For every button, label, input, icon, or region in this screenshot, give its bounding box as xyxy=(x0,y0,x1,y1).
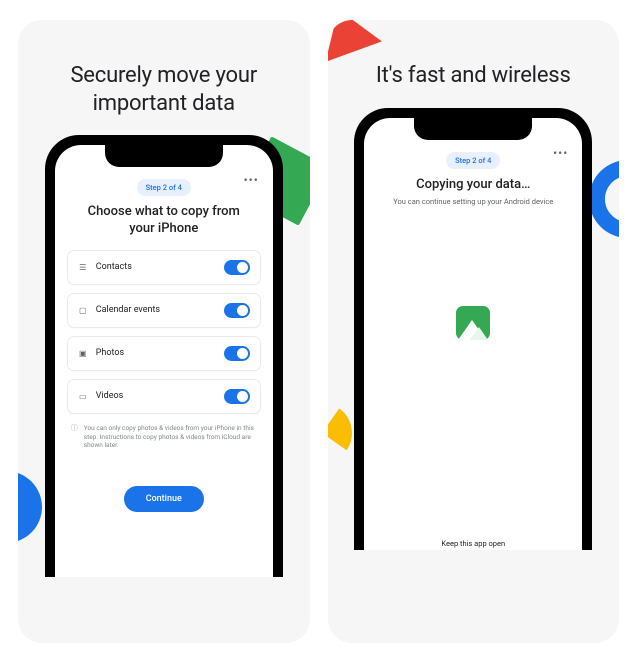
bottom-hint: Keep this app open xyxy=(376,539,570,550)
decorative-red-triangle xyxy=(328,20,382,62)
toggle-row-calendar[interactable]: ▢ Calendar events xyxy=(67,293,261,328)
continue-button[interactable]: Continue xyxy=(124,486,204,512)
step-badge: Step 2 of 4 xyxy=(137,179,191,196)
phone-mockup-right: ••• Step 2 of 4 Copying your data… You c… xyxy=(354,108,592,550)
toggle-label: Contacts xyxy=(96,262,224,272)
info-icon: ⓘ xyxy=(71,424,78,450)
screen-title: Copying your data… xyxy=(402,177,544,194)
panel-title-right: It's fast and wireless xyxy=(346,62,601,90)
copy-items-list: ☰ Contacts ▢ Calendar events ▣ Photos xyxy=(67,250,261,414)
toggle-label: Calendar events xyxy=(96,305,224,315)
screen-subtitle: You can continue setting up your Android… xyxy=(385,197,561,206)
decorative-blue-ring xyxy=(589,160,619,238)
overflow-menu-icon[interactable]: ••• xyxy=(244,173,259,187)
step-badge: Step 2 of 4 xyxy=(446,152,500,169)
toggle-switch[interactable] xyxy=(224,260,250,275)
toggle-switch[interactable] xyxy=(224,303,250,318)
phone-notch xyxy=(105,145,223,167)
toggle-row-photos[interactable]: ▣ Photos xyxy=(67,336,261,371)
app-progress-icon xyxy=(456,306,490,340)
calendar-icon: ▢ xyxy=(78,305,88,315)
info-note-text: You can only copy photos & videos from y… xyxy=(84,424,257,450)
photos-icon: ▣ xyxy=(78,348,88,358)
videos-icon: ▭ xyxy=(78,391,88,401)
decorative-yellow-wedge xyxy=(328,398,357,468)
toggle-label: Photos xyxy=(96,348,224,358)
marketing-panel-right: It's fast and wireless ••• Step 2 of 4 C… xyxy=(328,20,620,643)
info-note: ⓘ You can only copy photos & videos from… xyxy=(67,424,261,450)
decorative-blue-circle xyxy=(18,471,42,543)
marketing-panel-left: Securely move your important data ••• St… xyxy=(18,20,310,643)
overflow-menu-icon[interactable]: ••• xyxy=(553,146,568,160)
toggle-switch[interactable] xyxy=(224,389,250,404)
screen-title: Choose what to copy from your iPhone xyxy=(67,204,261,238)
toggle-switch[interactable] xyxy=(224,346,250,361)
toggle-row-contacts[interactable]: ☰ Contacts xyxy=(67,250,261,285)
phone-mockup-left: ••• Step 2 of 4 Choose what to copy from… xyxy=(45,135,283,577)
toggle-label: Videos xyxy=(96,391,224,401)
contacts-icon: ☰ xyxy=(78,262,88,272)
panel-title-left: Securely move your important data xyxy=(18,62,310,117)
phone-notch xyxy=(414,118,532,140)
toggle-row-videos[interactable]: ▭ Videos xyxy=(67,379,261,414)
